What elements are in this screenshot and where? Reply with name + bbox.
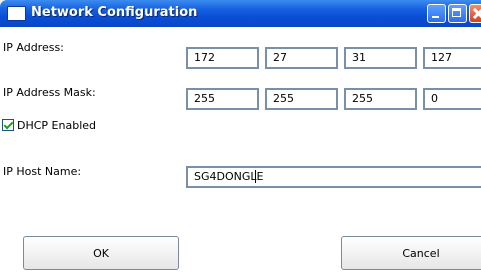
ip-address-label: IP Address: <box>3 41 64 54</box>
text-caret <box>255 170 256 183</box>
minimize-icon[interactable] <box>427 4 446 23</box>
ip-mask-octet-2[interactable]: 255 <box>265 88 338 110</box>
ip-address-octet-4[interactable]: 127 <box>423 47 481 69</box>
ok-button[interactable]: OK <box>23 236 179 270</box>
ip-address-octet-1[interactable]: 172 <box>186 47 259 69</box>
ip-mask-octet-4[interactable]: 0 <box>423 88 481 110</box>
host-name-label: IP Host Name: <box>3 165 82 178</box>
host-name-input[interactable]: SG4DONGLE <box>186 166 481 188</box>
dhcp-enabled-label[interactable]: DHCP Enabled <box>17 119 96 132</box>
ip-mask-octet-3[interactable]: 255 <box>344 88 417 110</box>
network-configuration-window: Network Configuration IP Address: 172 27… <box>0 0 481 274</box>
cancel-button[interactable]: Cancel <box>341 236 481 270</box>
ip-address-octet-2[interactable]: 27 <box>265 47 338 69</box>
dialog-body: IP Address: 172 27 31 127 IP Address Mas… <box>0 27 481 274</box>
ip-address-octet-3[interactable]: 31 <box>344 47 417 69</box>
title-bar[interactable]: Network Configuration <box>0 0 481 27</box>
close-icon[interactable] <box>469 4 481 23</box>
ip-mask-label: IP Address Mask: <box>3 86 96 99</box>
maximize-icon[interactable] <box>448 4 467 23</box>
window-icon <box>7 6 26 21</box>
checkbox-checked-icon[interactable] <box>2 119 14 131</box>
window-title: Network Configuration <box>31 5 198 20</box>
ip-mask-octet-1[interactable]: 255 <box>186 88 259 110</box>
